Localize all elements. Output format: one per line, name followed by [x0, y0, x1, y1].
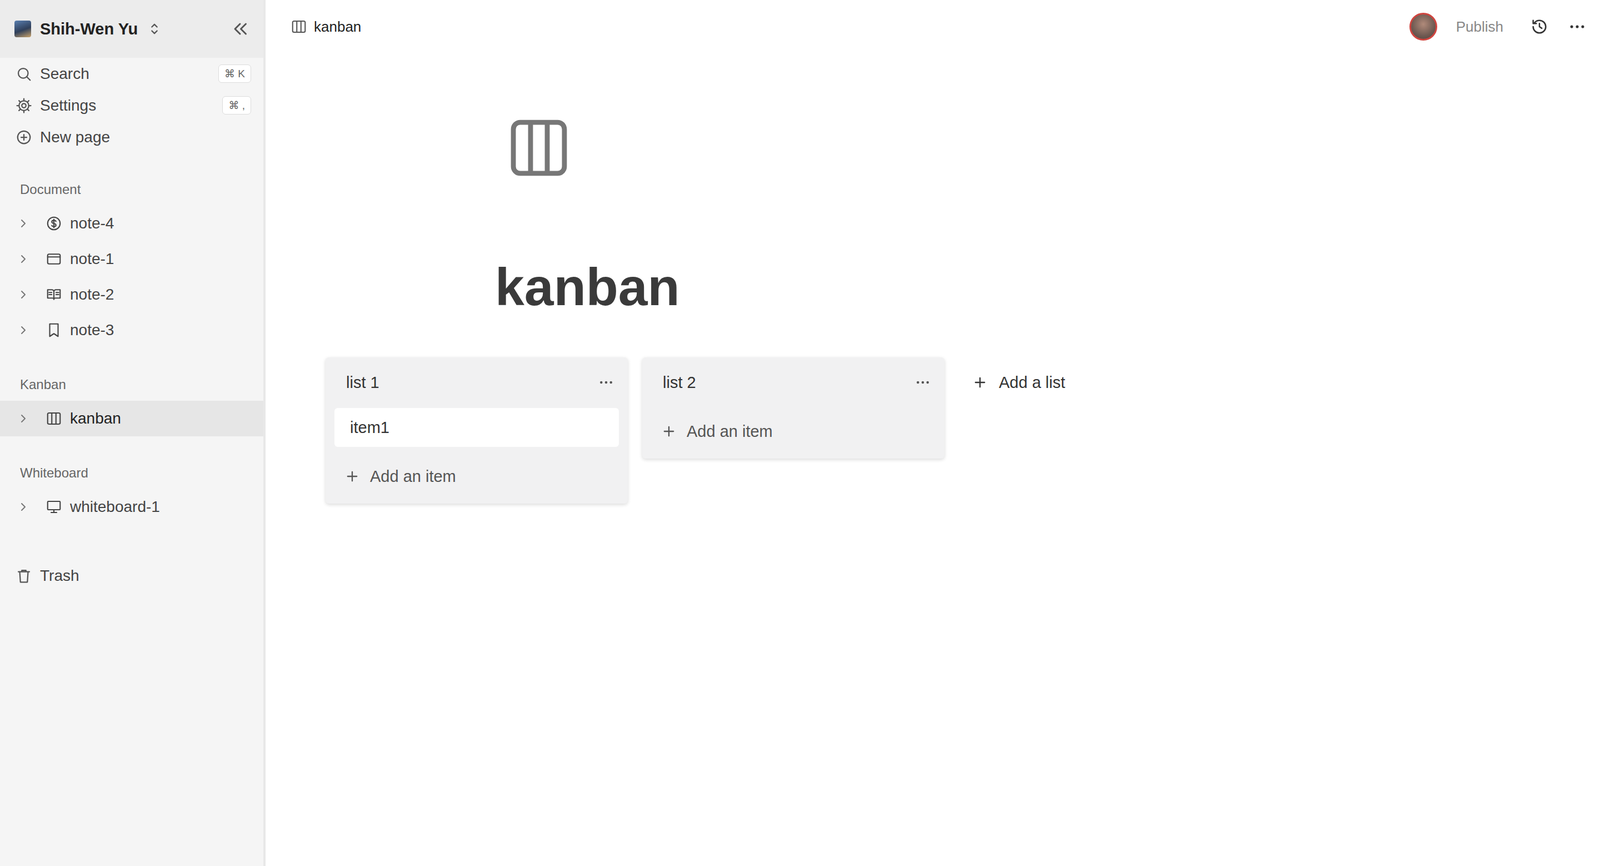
breadcrumb[interactable]: kanban	[290, 18, 362, 36]
page-title[interactable]: kanban	[495, 255, 1600, 319]
sidebar-section: Kanban kanban	[0, 347, 264, 437]
plus-icon	[15, 128, 33, 146]
user-avatar[interactable]	[1409, 12, 1438, 41]
workspace-logo-icon	[14, 20, 32, 38]
chevron-icon[interactable]	[16, 216, 30, 230]
shortcut-badge: ⌘ ,	[222, 96, 252, 115]
main-area: kanban Publish kanban list 1 item1 Add an ite…	[265, 0, 1600, 866]
add-item-button[interactable]: Add an item	[651, 407, 936, 455]
chevron-icon[interactable]	[16, 252, 30, 266]
action-label: Settings	[40, 96, 97, 115]
item-label: note-4	[70, 214, 114, 233]
chevron-icon[interactable]	[16, 323, 30, 337]
list-title[interactable]: list 2	[662, 373, 697, 392]
kanban-board: list 1 item1 Add an item list 2 Add an item A…	[265, 357, 1600, 504]
more-icon[interactable]	[1567, 17, 1587, 37]
trash-icon	[15, 567, 33, 584]
chevron-icon[interactable]	[16, 287, 30, 302]
list-menu-icon[interactable]	[597, 373, 615, 391]
list-title[interactable]: list 1	[346, 373, 380, 392]
sidebar-item[interactable]: note-3	[0, 312, 264, 348]
kanban-icon	[290, 18, 308, 35]
updown-icon	[146, 21, 163, 37]
chevron-icon[interactable]	[16, 500, 30, 514]
section-title: Document	[0, 178, 264, 201]
action-label: New page	[40, 128, 110, 147]
workspace-name: Shih-Wen Yu	[40, 20, 138, 39]
board-icon	[45, 410, 63, 427]
search-icon	[15, 65, 33, 83]
app-window: Shih-Wen Yu Search ⌘ K Settings ⌘ , New page D…	[0, 0, 1600, 866]
sidebar-action[interactable]: Search ⌘ K	[0, 57, 264, 90]
section-title: Kanban	[0, 373, 264, 396]
page-kanban-icon[interactable]	[509, 118, 569, 178]
sidebar-section: Whiteboard whiteboard-1	[0, 436, 264, 525]
sidebar-item[interactable]: note-4	[0, 205, 264, 242]
chevron-icon[interactable]	[16, 411, 30, 425]
sidebar-action[interactable]: New page	[0, 121, 264, 153]
gear-icon	[15, 97, 33, 114]
action-label: Search	[40, 65, 90, 83]
item-label: note-2	[70, 285, 114, 304]
book-icon	[45, 286, 63, 303]
sidebar-item[interactable]: kanban	[0, 400, 264, 437]
sidebar-item[interactable]: note-2	[0, 276, 264, 313]
item-label: whiteboard-1	[70, 497, 160, 516]
plus-icon	[344, 468, 360, 484]
collapse-sidebar-icon[interactable]	[230, 18, 250, 39]
kanban-card[interactable]: item1	[334, 407, 619, 447]
item-label: note-1	[70, 250, 114, 268]
sidebar: Shih-Wen Yu Search ⌘ K Settings ⌘ , New page D…	[0, 0, 266, 866]
topbar: kanban Publish	[265, 0, 1600, 54]
item-label: note-3	[70, 321, 114, 339]
coin-icon	[45, 215, 63, 232]
publish-button[interactable]: Publish	[1456, 18, 1504, 36]
history-icon[interactable]	[1530, 17, 1549, 37]
sidebar-section: Document note-4 note-1 note-2 note-3	[0, 152, 264, 348]
add-item-button[interactable]: Add an item	[334, 452, 619, 500]
browser-icon	[45, 250, 63, 268]
sidebar-item[interactable]: whiteboard-1	[0, 488, 264, 525]
workspace-switcher[interactable]: Shih-Wen Yu	[0, 0, 264, 58]
breadcrumb-title: kanban	[313, 18, 362, 36]
kanban-list: list 1 item1 Add an item	[325, 357, 628, 504]
add-list-button[interactable]: Add a list	[958, 357, 1065, 408]
section-title: Whiteboard	[0, 461, 264, 484]
plus-icon	[972, 374, 988, 390]
plus-icon	[661, 423, 677, 439]
kanban-list: list 2 Add an item	[642, 357, 945, 459]
bookmark-icon	[45, 321, 63, 339]
shortcut-badge: ⌘ K	[218, 64, 252, 83]
sidebar-action[interactable]: Settings ⌘ ,	[0, 89, 264, 122]
trash-button[interactable]: Trash	[0, 559, 264, 592]
sidebar-item[interactable]: note-1	[0, 241, 264, 277]
trash-label: Trash	[40, 566, 80, 585]
screen-icon	[45, 498, 63, 515]
item-label: kanban	[70, 409, 122, 428]
list-menu-icon[interactable]	[914, 373, 932, 391]
